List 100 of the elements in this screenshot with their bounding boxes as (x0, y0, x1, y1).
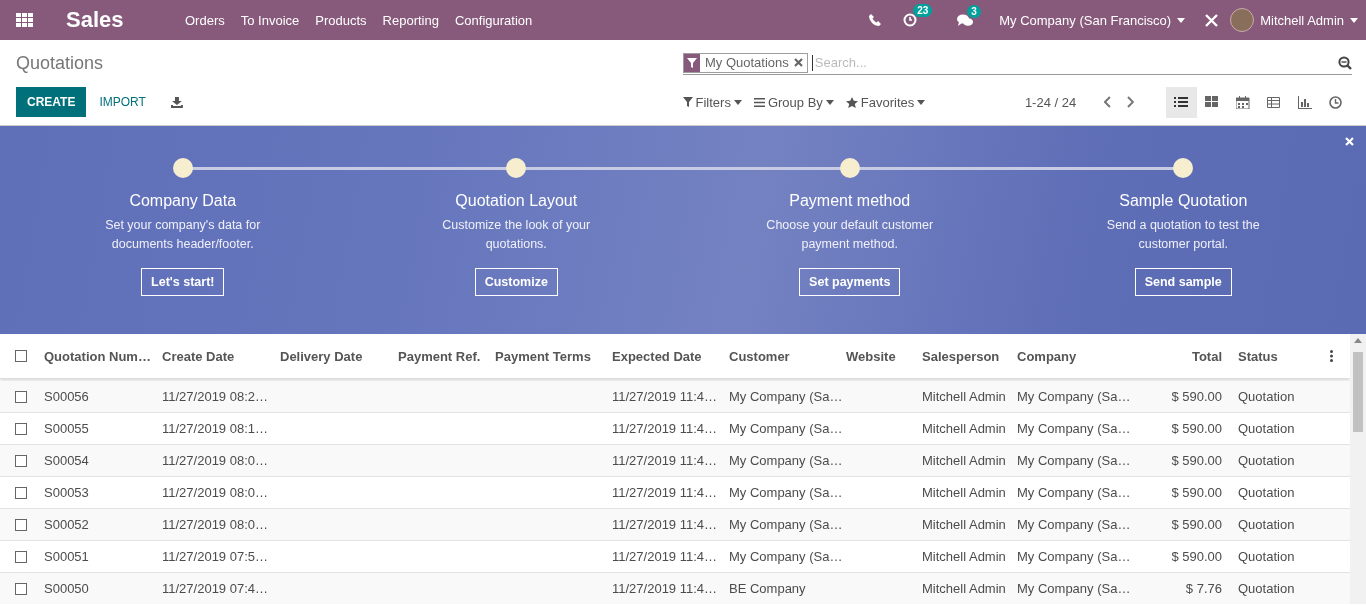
user-menu[interactable]: Mitchell Admin (1260, 12, 1358, 28)
table-cell-text: 11/27/2019 11:4… (611, 581, 719, 596)
kebab-menu-icon[interactable] (1330, 350, 1333, 362)
search-facet[interactable]: My Quotations (683, 52, 808, 73)
table-cell-text: 11/27/2019 08:0… (161, 485, 269, 500)
table-cell-text: Mitchell Admin (921, 549, 1007, 564)
phone-icon[interactable] (869, 14, 882, 26)
table-cell-text: 11/27/2019 11:4… (611, 421, 719, 436)
table-cell-text: $ 590.00 (1170, 485, 1223, 500)
chevron-left-icon[interactable] (1104, 96, 1112, 108)
step-description: Set your company's data for documents header/footer. (104, 217, 262, 253)
filter-icon (682, 97, 693, 107)
column-header[interactable]: Website (838, 348, 914, 364)
table-cell-text: $ 590.00 (1170, 517, 1223, 532)
menu-item[interactable]: Products (307, 12, 375, 28)
column-header[interactable]: Customer (721, 348, 838, 364)
company-switcher[interactable]: My Company (San Francisco) (999, 12, 1186, 28)
step-button[interactable]: Send sample (1134, 268, 1232, 296)
clock-icon[interactable] (903, 13, 918, 27)
checkbox[interactable] (15, 454, 27, 467)
table-cell-text: 11/27/2019 07:4… (161, 581, 269, 596)
chat-icon[interactable] (957, 13, 974, 27)
checkbox[interactable] (15, 550, 27, 563)
step-title: Quotation Layout (455, 192, 578, 210)
table-cell-text: Mitchell Admin (921, 389, 1007, 404)
activity-count-badge: 23 (913, 4, 933, 17)
table-cell-text: 11/27/2019 08:2… (161, 389, 269, 404)
graph-icon (1298, 95, 1313, 109)
star-icon (845, 96, 858, 108)
table-cell-text: $ 7.76 (1184, 581, 1223, 596)
checkbox[interactable] (15, 486, 27, 499)
dropdown-toggle[interactable]: Group By (753, 94, 834, 110)
column-header[interactable]: Payment Terms (487, 348, 604, 364)
table-cell-text: S00053 (43, 485, 90, 500)
scrollbar-thumb[interactable] (1353, 352, 1363, 432)
step-description: Send a quotation to test the customer portal. (1105, 217, 1261, 253)
scroll-up-icon[interactable] (1354, 338, 1362, 343)
table-cell-text: Quotation (1237, 517, 1296, 532)
step-button[interactable]: Let's start! (141, 268, 225, 296)
pivot-icon (1267, 95, 1282, 109)
table-cell-text: 11/27/2019 11:4… (611, 517, 719, 532)
kanban-icon (1205, 95, 1220, 109)
table-cell-text: Mitchell Admin (921, 421, 1007, 436)
filter-icon (687, 57, 697, 68)
list-lines-icon (753, 97, 765, 107)
search-icon[interactable] (1338, 55, 1352, 70)
column-header[interactable]: Company (1009, 348, 1133, 364)
app-name[interactable]: Sales (66, 7, 177, 33)
caret-icon (825, 99, 834, 105)
menu-item[interactable]: Configuration (446, 12, 541, 28)
step-description: Customize the look of your quotations. (441, 217, 592, 253)
table-cell-text: Quotation (1237, 389, 1296, 404)
list-view-button[interactable] (1166, 86, 1197, 118)
message-count-badge: 3 (967, 4, 981, 18)
caret-icon (1350, 17, 1358, 23)
column-header[interactable]: Status (1230, 348, 1330, 364)
column-header[interactable]: Salesperson (914, 348, 1009, 364)
table-cell-text: 11/27/2019 11:4… (611, 485, 719, 500)
dropdown-toggle[interactable]: Favorites (845, 94, 926, 110)
table-cell-text: My Company (Sa… (1016, 485, 1132, 500)
table-cell-text: 11/27/2019 08:1… (161, 421, 269, 436)
column-header[interactable]: Expected Date (604, 348, 721, 364)
activity-icon (1329, 95, 1344, 109)
dropdown-toggle[interactable]: Filters (682, 94, 742, 110)
close-icon[interactable] (793, 58, 803, 67)
import-button[interactable]: IMPORT (86, 87, 159, 117)
table-cell-text: Quotation (1237, 581, 1296, 596)
column-header[interactable]: Payment Ref. (390, 348, 487, 364)
table-cell-text: 11/27/2019 07:5… (161, 549, 269, 564)
table-cell-text: S00050 (43, 581, 90, 596)
table-cell-text: Mitchell Admin (921, 581, 1007, 596)
menu-item[interactable]: Orders (177, 12, 233, 28)
scrollbar[interactable] (1350, 334, 1366, 604)
checkbox[interactable] (15, 350, 27, 362)
table-cell-text: My Company (Sa… (1016, 421, 1132, 436)
step-button[interactable]: Set payments (799, 268, 901, 296)
table-cell-text: 11/27/2019 11:4… (611, 453, 719, 468)
table-cell-text: Mitchell Admin (921, 485, 1007, 500)
chevron-right-icon[interactable] (1127, 96, 1134, 108)
column-header[interactable]: Total (1133, 348, 1230, 364)
column-header[interactable]: Delivery Date (272, 348, 390, 364)
menu-item[interactable]: To Invoice (232, 12, 308, 28)
table-cell-text: My Company (Sa… (1016, 581, 1132, 596)
checkbox[interactable] (15, 422, 27, 435)
step-button[interactable]: Customize (474, 268, 558, 296)
column-header[interactable]: Quotation Num… (36, 348, 154, 364)
menu-item[interactable]: Reporting (374, 12, 447, 28)
table-cell-text: S00056 (43, 389, 90, 404)
table-cell-text: 11/27/2019 08:0… (161, 517, 269, 532)
calendar-icon (1236, 95, 1251, 109)
tools-icon[interactable] (1205, 13, 1219, 27)
checkbox[interactable] (15, 518, 27, 531)
column-header[interactable]: Create Date (154, 348, 272, 364)
pager-value[interactable]: 1-24 / 24 (1024, 94, 1095, 110)
create-button[interactable]: CREATE (16, 87, 87, 117)
caret-icon (917, 99, 926, 105)
checkbox[interactable] (15, 390, 27, 403)
apps-menu-icon[interactable] (16, 13, 33, 27)
download-icon[interactable] (170, 96, 183, 108)
checkbox[interactable] (15, 582, 27, 595)
